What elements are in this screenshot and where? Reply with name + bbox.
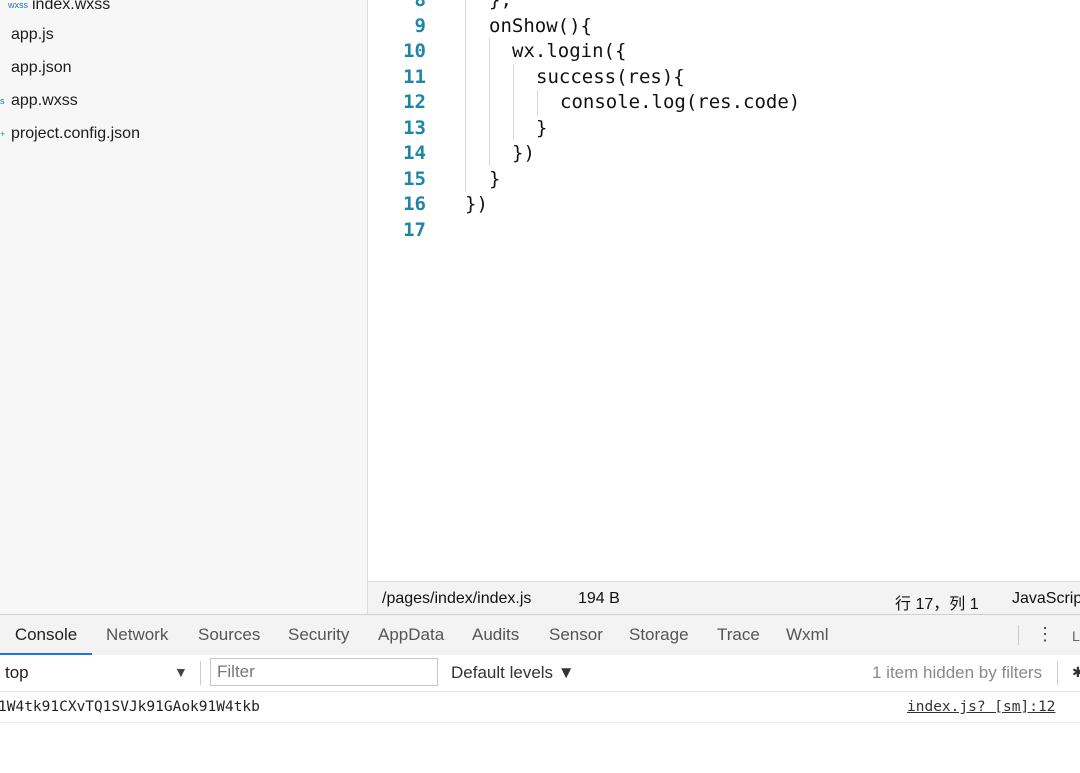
code-text: } — [536, 116, 548, 139]
hidden-items-notice: 1 item hidden by filters — [872, 663, 1043, 682]
file-item-app-wxss[interactable]: s app.wxss — [0, 86, 78, 116]
code-editor[interactable]: 8 }, 9 onShow(){ 10 wx.login({ 11 succes… — [368, 0, 1080, 581]
file-item-app-js[interactable]: app.js — [11, 20, 54, 50]
line-number: 10 — [403, 39, 426, 62]
code-line: 14 }) — [368, 140, 535, 165]
indent-guide — [465, 0, 466, 192]
language-mode[interactable]: JavaScript — [1012, 590, 1080, 608]
more-options-icon[interactable]: ⋮ — [1036, 624, 1054, 645]
tab-sensor[interactable]: Sensor — [549, 615, 603, 655]
code-text: console.log(res.code) — [560, 90, 801, 113]
console-toolbar: top ▼ Default levels ▼ 1 item hidden by … — [0, 655, 1080, 692]
code-text: }, — [489, 0, 512, 11]
context-selector[interactable]: top — [5, 663, 29, 683]
divider — [1057, 661, 1058, 685]
filter-input[interactable] — [210, 658, 438, 686]
chevron-down-icon[interactable]: ▼ — [174, 664, 188, 680]
file-label: project.config.json — [11, 125, 140, 142]
tab-appdata[interactable]: AppData — [378, 615, 444, 655]
gear-icon[interactable]: ✱ — [1072, 664, 1080, 681]
code-text: }) — [465, 192, 488, 215]
console-message-text: 1W4tk91CXvTQ1SVJk91GAok91W4tkb — [0, 699, 260, 715]
file-path: /pages/index/index.js — [382, 590, 532, 607]
tab-sources[interactable]: Sources — [198, 615, 260, 655]
file-label: index.wxss — [32, 0, 111, 13]
code-line: 8 }, — [368, 0, 512, 12]
line-number: 12 — [403, 90, 426, 113]
editor-status-bar: /pages/index/index.js 194 B 行 17，列 1 Jav… — [368, 581, 1080, 615]
wxss-file-icon: wxss — [8, 0, 28, 10]
file-label: app.wxss — [11, 92, 78, 109]
console-message-row: 1W4tk91CXvTQ1SVJk91GAok91W4tkb index.js?… — [0, 692, 1080, 723]
divider — [1018, 625, 1019, 645]
json-file-icon: + — [0, 129, 6, 139]
file-item-index-wxss[interactable]: wxss index.wxss — [8, 0, 110, 20]
file-size: 194 B — [578, 590, 620, 607]
file-item-project-config[interactable]: + project.config.json — [0, 119, 140, 149]
tab-trace[interactable]: Trace — [717, 615, 760, 655]
wxss-file-icon: s — [0, 96, 5, 106]
line-number: 14 — [403, 141, 426, 164]
code-line: 10 wx.login({ — [368, 38, 626, 63]
file-item-app-json[interactable]: app.json — [11, 53, 72, 83]
line-number: 13 — [403, 116, 426, 139]
line-number: 15 — [403, 167, 426, 190]
code-line: 15 } — [368, 166, 500, 191]
line-number: 11 — [403, 65, 426, 88]
tab-storage[interactable]: Storage — [629, 615, 689, 655]
line-number: 8 — [368, 0, 426, 11]
devtools-tab-bar: Console Network Sources Security AppData… — [0, 614, 1080, 656]
tab-security[interactable]: Security — [288, 615, 349, 655]
tab-console[interactable]: Console — [0, 615, 92, 655]
code-text: } — [489, 167, 501, 190]
code-line: 17 — [368, 217, 426, 242]
code-text: success(res){ — [536, 65, 685, 88]
code-line: 11 success(res){ — [368, 64, 685, 89]
overflow-label: L — [1072, 628, 1080, 644]
source-link[interactable]: index.js? [sm]:12 — [907, 699, 1055, 715]
line-number: 17 — [403, 218, 426, 241]
indent-guide — [489, 38, 490, 166]
line-number: 9 — [414, 14, 426, 37]
code-text: }) — [512, 141, 535, 164]
code-line: 16 }) — [368, 191, 488, 216]
file-label: app.json — [11, 59, 72, 76]
indent-guide — [537, 90, 538, 116]
code-line: 13 } — [368, 115, 547, 140]
line-number: 16 — [403, 192, 426, 215]
code-line: 9 onShow(){ — [368, 13, 592, 38]
file-tree: wxss index.wxss app.js app.json s app.wx… — [0, 0, 368, 614]
indent-guide — [513, 64, 514, 140]
file-label: app.js — [11, 26, 54, 43]
code-line: 12 console.log(res.code) — [368, 89, 800, 114]
tab-audits[interactable]: Audits — [472, 615, 519, 655]
code-text: wx.login({ — [512, 39, 627, 62]
divider — [200, 661, 201, 685]
tab-wxml[interactable]: Wxml — [786, 615, 828, 655]
log-levels-dropdown[interactable]: Default levels ▼ — [451, 663, 575, 683]
cursor-position: 行 17，列 1 — [895, 596, 979, 613]
tab-network[interactable]: Network — [106, 615, 168, 655]
code-text: onShow(){ — [489, 14, 592, 37]
